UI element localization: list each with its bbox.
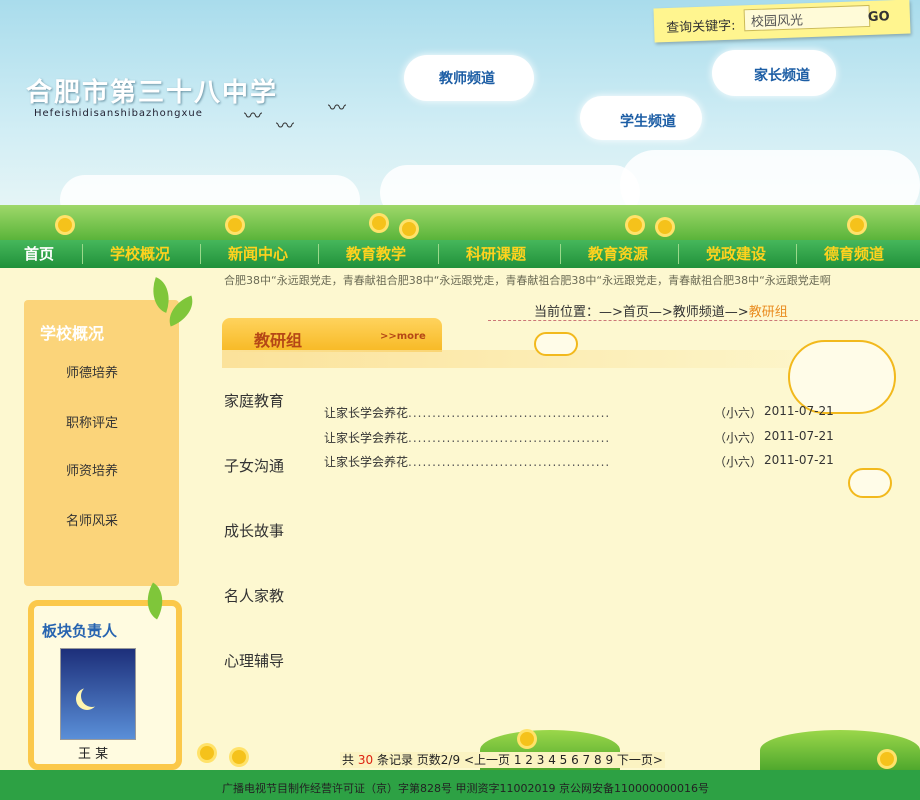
flower-icon: [402, 222, 416, 236]
nav-item-teaching[interactable]: 教育教学: [346, 240, 406, 268]
bird-icon: 〰: [276, 116, 294, 137]
article-row[interactable]: 让家长学会养花.................................…: [324, 453, 844, 470]
nav-divider: [82, 244, 83, 264]
search-input[interactable]: [743, 4, 871, 32]
owner-photo: [60, 648, 136, 740]
nav-divider: [200, 244, 201, 264]
sidebar-item-titles[interactable]: 职称评定: [66, 412, 118, 431]
section-owner-card: 板块负责人 王 某: [28, 600, 182, 770]
owner-name: 王 某: [78, 747, 109, 762]
student-channel-link[interactable]: 学生频道: [580, 96, 702, 140]
category-child-communication[interactable]: 子女沟通: [224, 455, 284, 476]
sidebar-item-training[interactable]: 师资培养: [66, 460, 118, 479]
pager-prev-button[interactable]: <上一页: [464, 753, 510, 767]
article-author: （小六）: [714, 406, 763, 420]
search-label: 查询关键字:: [665, 18, 736, 37]
pager-next-button[interactable]: 下一页>: [617, 753, 663, 767]
article-date: 2011-07-21: [764, 453, 834, 467]
article-row[interactable]: 让家长学会养花.................................…: [324, 404, 844, 421]
nav-divider: [560, 244, 561, 264]
sidebar-item-ethics[interactable]: 师德培养: [66, 362, 118, 381]
sidebar-menu: 学校概况 师德培养 职称评定 师资培养 名师风采: [24, 300, 179, 586]
nav-divider: [318, 244, 319, 264]
pager-total-suffix: 条记录: [376, 753, 413, 767]
outline-cloud: [848, 468, 892, 498]
breadcrumb-path[interactable]: 当前位置：—>首页—>教师频道—>: [534, 305, 749, 320]
nav-item-news[interactable]: 新闻中心: [228, 240, 288, 268]
more-link[interactable]: >>more: [380, 331, 426, 342]
flower-icon: [372, 216, 386, 230]
bird-icon: 〰: [328, 98, 346, 119]
search-go-button[interactable]: GO: [868, 9, 890, 25]
nav-item-school-overview[interactable]: 学校概况: [110, 240, 170, 268]
nav-item-moral[interactable]: 德育频道: [824, 240, 884, 268]
article-date: 2011-07-21: [764, 429, 834, 443]
nav-divider: [678, 244, 679, 264]
breadcrumb-divider: [488, 320, 918, 321]
breadcrumb-current: 教研组: [748, 305, 788, 320]
pager-page-numbers[interactable]: 1 2 3 4 5 6 7 8 9: [514, 753, 613, 767]
nav-item-resources[interactable]: 教育资源: [588, 240, 648, 268]
category-growth-stories[interactable]: 成长故事: [224, 520, 284, 541]
flower-icon: [228, 218, 242, 232]
flower-icon: [658, 220, 672, 234]
article-date: 2011-07-21: [764, 404, 834, 418]
flower-icon: [200, 746, 214, 760]
news-ticker[interactable]: 合肥38中“永远跟党走，青春献祖合肥38中“永远跟党走，青春献祖合肥38中“永远…: [224, 272, 914, 290]
article-leader: ........................................…: [408, 431, 611, 445]
grass-hill: [0, 205, 920, 240]
category-family-education[interactable]: 家庭教育: [224, 390, 284, 411]
outline-cloud: [788, 340, 896, 414]
flower-icon: [880, 752, 894, 766]
article-leader: ........................................…: [408, 455, 611, 469]
article-title[interactable]: 让家长学会养花: [324, 406, 408, 420]
flower-icon: [520, 732, 534, 746]
pager-total-count: 30: [357, 753, 374, 767]
outline-cloud: [534, 332, 578, 356]
category-psych-counseling[interactable]: 心理辅导: [224, 650, 284, 671]
bird-icon: 〰: [244, 106, 262, 127]
breadcrumb: 当前位置：—>首页—>教师频道—>教研组: [534, 301, 788, 320]
footer-license-text: 广播电视节目制作经营许可证（京）字第828号 甲测资字11002019 京公网安…: [222, 782, 709, 795]
teacher-channel-label: 教师频道: [439, 71, 495, 87]
nav-divider: [796, 244, 797, 264]
sidebar-title: 学校概况: [40, 324, 105, 343]
teacher-channel-link[interactable]: 教师频道: [404, 55, 534, 101]
footer: 广播电视节目制作经营许可证（京）字第828号 甲测资字11002019 京公网安…: [0, 770, 920, 800]
article-row[interactable]: 让家长学会养花.................................…: [324, 429, 844, 446]
article-author: （小六）: [714, 431, 763, 445]
nav-item-research[interactable]: 科研课题: [466, 240, 526, 268]
main-nav: 首页 学校概况 新闻中心 教育教学 科研课题 教育资源 党政建设 德育频道: [0, 240, 920, 268]
grass-decoration: [760, 730, 920, 770]
school-name: 合肥市第三十八中学: [26, 78, 279, 108]
flower-icon: [232, 750, 246, 764]
article-title[interactable]: 让家长学会养花: [324, 431, 408, 445]
article-author: （小六）: [714, 455, 763, 469]
pager-page-count: 页数2/9: [416, 753, 461, 767]
sidebar-item-famous-teachers[interactable]: 名师风采: [66, 510, 118, 529]
nav-item-party[interactable]: 党政建设: [706, 240, 766, 268]
section-title: 教研组: [254, 331, 303, 350]
section-header: 教研组 >>more: [222, 318, 442, 352]
student-channel-label: 学生频道: [620, 114, 676, 130]
school-pinyin: Hefeishidisanshibazhongxue: [34, 108, 203, 119]
pager-total-prefix: 共: [342, 753, 355, 767]
moon-icon: [81, 685, 103, 707]
flower-icon: [850, 218, 864, 232]
owner-title: 板块负责人: [42, 622, 118, 640]
parent-channel-link[interactable]: 家长频道: [712, 50, 836, 96]
flower-icon: [58, 218, 72, 232]
category-celebrity-parenting[interactable]: 名人家教: [224, 585, 284, 606]
nav-divider: [438, 244, 439, 264]
nav-item-home[interactable]: 首页: [24, 240, 54, 268]
parent-channel-label: 家长频道: [754, 68, 810, 84]
article-title[interactable]: 让家长学会养花: [324, 455, 408, 469]
flower-icon: [628, 218, 642, 232]
article-leader: ........................................…: [408, 406, 611, 420]
pagination: 共 30 条记录 页数2/9 <上一页 1 2 3 4 5 6 7 8 9 下一…: [340, 752, 665, 768]
